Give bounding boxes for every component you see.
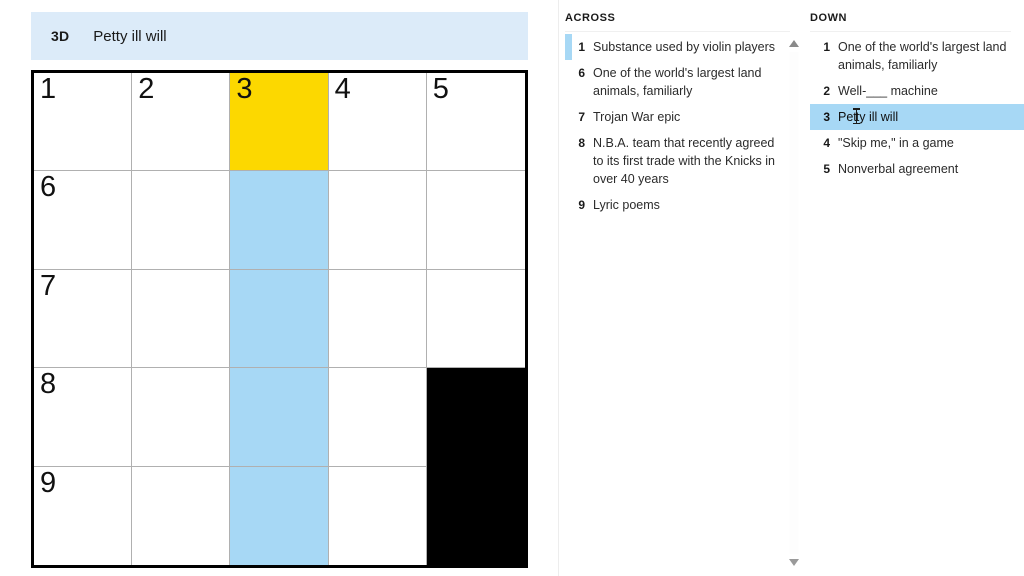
grid-cell[interactable]: 6 [34, 171, 133, 270]
grid-cell[interactable] [426, 269, 525, 369]
triangle-up-icon[interactable] [788, 40, 799, 47]
cell-number: 6 [40, 171, 57, 204]
text-cursor-icon [855, 109, 857, 124]
grid-cell[interactable]: 7 [34, 269, 133, 369]
grid-cell[interactable]: 8 [34, 368, 133, 467]
grid-cell[interactable] [132, 368, 231, 467]
across-scrollbar[interactable] [786, 34, 801, 572]
clue-text: Trojan War epic [593, 110, 681, 124]
across-heading-rule [565, 31, 790, 32]
clue-number: 2 [823, 84, 830, 98]
clue-number: 3 [823, 110, 830, 124]
clue-number: 1 [823, 40, 830, 54]
clue-item[interactable]: 8 N.B.A. team that recently agreed to its… [565, 130, 782, 192]
grid-cell[interactable] [328, 368, 427, 467]
cell-number: 9 [40, 466, 57, 499]
triangle-down-icon[interactable] [788, 559, 799, 566]
grid-cell-block [426, 368, 525, 467]
grid-cell[interactable] [328, 466, 427, 565]
clue-item[interactable]: 4 "Skip me," in a game [810, 130, 1024, 156]
clue-item[interactable]: 7 Trojan War epic [565, 104, 782, 130]
clue-item[interactable]: 6 One of the world's largest land animals… [565, 60, 782, 104]
clue-number: 9 [578, 198, 585, 212]
cell-number: 1 [40, 73, 57, 105]
cell-number: 4 [334, 73, 351, 105]
clue-text: Substance used by violin players [593, 40, 776, 54]
clue-item[interactable]: 3 Petty ill will [810, 104, 1024, 130]
puzzle-pane: 3D Petty ill will 1 2 3 4 5 6 7 8 9 [0, 0, 558, 576]
grid-cell[interactable]: 3 [230, 73, 329, 172]
cell-number: 2 [138, 73, 155, 105]
clue-text: Lyric poems [593, 198, 660, 212]
crossword-app: 3D Petty ill will 1 2 3 4 5 6 7 8 9 ACROSS 1 Subs… [0, 0, 1024, 576]
crossword-grid[interactable]: 1 2 3 4 5 6 7 8 9 [31, 70, 528, 568]
across-clue-list[interactable]: 1 Substance used by violin players 6 One of… [565, 34, 782, 576]
down-clue-list[interactable]: 1 One of the world's largest land animals… [810, 34, 1024, 576]
current-clue-bar[interactable]: 3D Petty ill will [31, 12, 528, 60]
cell-number: 3 [236, 73, 253, 105]
down-heading-rule [810, 31, 1011, 32]
cell-number: 7 [40, 269, 57, 302]
scrollbar-track[interactable] [789, 52, 798, 554]
clue-text: "Skip me," in a game [838, 136, 954, 150]
down-column: DOWN 1 One of the world's largest land an… [804, 0, 1024, 576]
grid-cell[interactable]: 4 [328, 73, 427, 172]
grid-cell[interactable] [328, 171, 427, 270]
across-heading: ACROSS [565, 12, 616, 24]
clue-text: N.B.A. team that recently agreed to its … [593, 136, 776, 186]
grid-cell[interactable] [230, 269, 329, 369]
clue-number: 4 [823, 136, 830, 150]
grid-cell[interactable] [230, 466, 329, 565]
clue-number: 6 [578, 66, 585, 80]
clue-number: 5 [823, 162, 830, 176]
grid-cell[interactable] [230, 368, 329, 467]
grid-cell[interactable]: 1 [34, 73, 133, 172]
cell-number: 8 [40, 368, 57, 401]
grid-cell[interactable] [328, 269, 427, 369]
grid-cell[interactable]: 5 [426, 73, 525, 172]
clue-text: Petty ill will [838, 109, 899, 124]
grid-cells: 1 2 3 4 5 6 7 8 9 [34, 73, 525, 565]
clue-number: 8 [578, 136, 585, 150]
current-clue-text: Petty ill will [93, 27, 167, 45]
clue-text: Well-___ machine [838, 84, 938, 98]
clue-item[interactable]: 9 Lyric poems [565, 192, 782, 218]
clue-item[interactable]: 1 One of the world's largest land animals… [810, 34, 1024, 78]
clue-text: One of the world's largest land animals,… [838, 40, 1007, 72]
clue-number: 1 [578, 40, 585, 54]
grid-cell[interactable]: 9 [34, 466, 133, 565]
grid-cell[interactable]: 2 [132, 73, 231, 172]
grid-cell[interactable] [426, 171, 525, 270]
across-column: ACROSS 1 Substance used by violin players… [559, 0, 804, 576]
current-clue-number: 3D [51, 28, 70, 44]
grid-cell[interactable] [132, 171, 231, 270]
clue-number: 7 [578, 110, 585, 124]
down-heading: DOWN [810, 12, 848, 24]
clue-item[interactable]: 5 Nonverbal agreement [810, 156, 1024, 182]
grid-cell-block [426, 466, 525, 565]
grid-cell[interactable] [132, 269, 231, 369]
clue-text: Nonverbal agreement [838, 162, 959, 176]
grid-cell[interactable] [132, 466, 231, 565]
clue-item[interactable]: 2 Well-___ machine [810, 78, 1024, 104]
clue-item[interactable]: 1 Substance used by violin players [565, 34, 782, 60]
clue-pane: ACROSS 1 Substance used by violin players… [558, 0, 1024, 576]
cell-number: 5 [432, 73, 449, 105]
grid-cell[interactable] [230, 171, 329, 270]
clue-text: One of the world's largest land animals,… [593, 66, 762, 98]
